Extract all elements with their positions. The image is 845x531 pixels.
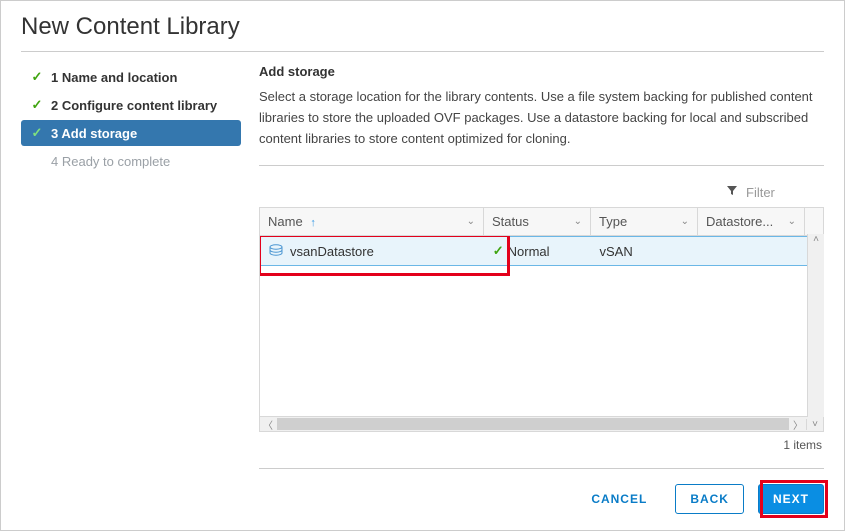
filter-bar xyxy=(259,180,824,207)
back-button[interactable]: BACK xyxy=(675,484,744,514)
column-datastore-cluster[interactable]: Datastore... ⌄ xyxy=(698,208,805,235)
column-label: Name xyxy=(268,214,303,229)
datastore-table: Name ↑ ⌄ Status ⌄ Type ⌄ xyxy=(259,207,824,432)
scroll-track[interactable] xyxy=(277,418,789,430)
column-label: Type xyxy=(599,214,627,229)
status-text: Normal xyxy=(508,244,550,259)
column-type[interactable]: Type ⌄ xyxy=(591,208,698,235)
check-icon: ✓ xyxy=(29,97,45,113)
section-description: Select a storage location for the librar… xyxy=(259,87,824,166)
scroll-down-icon[interactable]: ˅ xyxy=(806,419,823,430)
step-ready-to-complete: ✓ 4 Ready to complete xyxy=(21,148,241,174)
chevron-down-icon[interactable]: ⌄ xyxy=(788,216,796,227)
scroll-header-spacer xyxy=(805,208,823,235)
column-name[interactable]: Name ↑ ⌄ xyxy=(260,208,484,235)
step-label: 1 Name and location xyxy=(51,70,177,85)
table-header: Name ↑ ⌄ Status ⌄ Type ⌄ xyxy=(260,208,823,236)
check-icon: ✓ xyxy=(29,69,45,85)
wizard-steps: ✓ 1 Name and location ✓ 2 Configure cont… xyxy=(21,64,241,469)
chevron-down-icon[interactable]: ⌄ xyxy=(681,216,689,227)
filter-input[interactable] xyxy=(744,184,824,201)
horizontal-scrollbar[interactable]: 〈 〉 ˅ xyxy=(260,416,823,431)
step-label: 4 Ready to complete xyxy=(51,154,170,169)
column-label: Status xyxy=(492,214,529,229)
dialog-title: New Content Library xyxy=(21,1,824,52)
items-count: 1 items xyxy=(259,432,824,469)
check-icon: ✓ xyxy=(29,125,45,141)
column-label: Datastore... xyxy=(706,214,773,229)
status-ok-icon: ✓ xyxy=(493,243,504,259)
datastore-icon xyxy=(268,244,284,258)
dialog-footer: CANCEL BACK NEXT xyxy=(577,484,824,514)
cancel-button[interactable]: CANCEL xyxy=(577,485,661,513)
type-text: vSAN xyxy=(599,244,632,259)
next-button[interactable]: NEXT xyxy=(758,484,824,514)
section-heading: Add storage xyxy=(259,64,824,79)
check-icon: ✓ xyxy=(29,153,45,169)
step-add-storage[interactable]: ✓ 3 Add storage xyxy=(21,120,241,146)
filter-icon[interactable] xyxy=(726,185,738,200)
new-content-library-dialog: New Content Library ✓ 1 Name and locatio… xyxy=(0,0,845,531)
scroll-right-icon[interactable]: 〉 xyxy=(790,417,806,432)
sort-ascending-icon: ↑ xyxy=(310,217,316,229)
scroll-up-icon[interactable]: ˄ xyxy=(813,234,819,245)
scroll-left-icon[interactable]: 〈 xyxy=(260,417,276,432)
column-status[interactable]: Status ⌄ xyxy=(484,208,591,235)
datastore-name: vsanDatastore xyxy=(290,244,374,259)
table-row[interactable]: vsanDatastore ✓ Normal vSAN xyxy=(260,236,823,266)
vertical-scrollbar[interactable]: ˄ xyxy=(807,234,824,417)
step-name-and-location[interactable]: ✓ 1 Name and location xyxy=(21,64,241,90)
table-body: vsanDatastore ✓ Normal vSAN xyxy=(260,236,823,416)
step-label: 3 Add storage xyxy=(51,126,137,141)
chevron-down-icon[interactable]: ⌄ xyxy=(574,216,582,227)
chevron-down-icon[interactable]: ⌄ xyxy=(467,216,475,227)
step-label: 2 Configure content library xyxy=(51,98,217,113)
step-configure-content-library[interactable]: ✓ 2 Configure content library xyxy=(21,92,241,118)
